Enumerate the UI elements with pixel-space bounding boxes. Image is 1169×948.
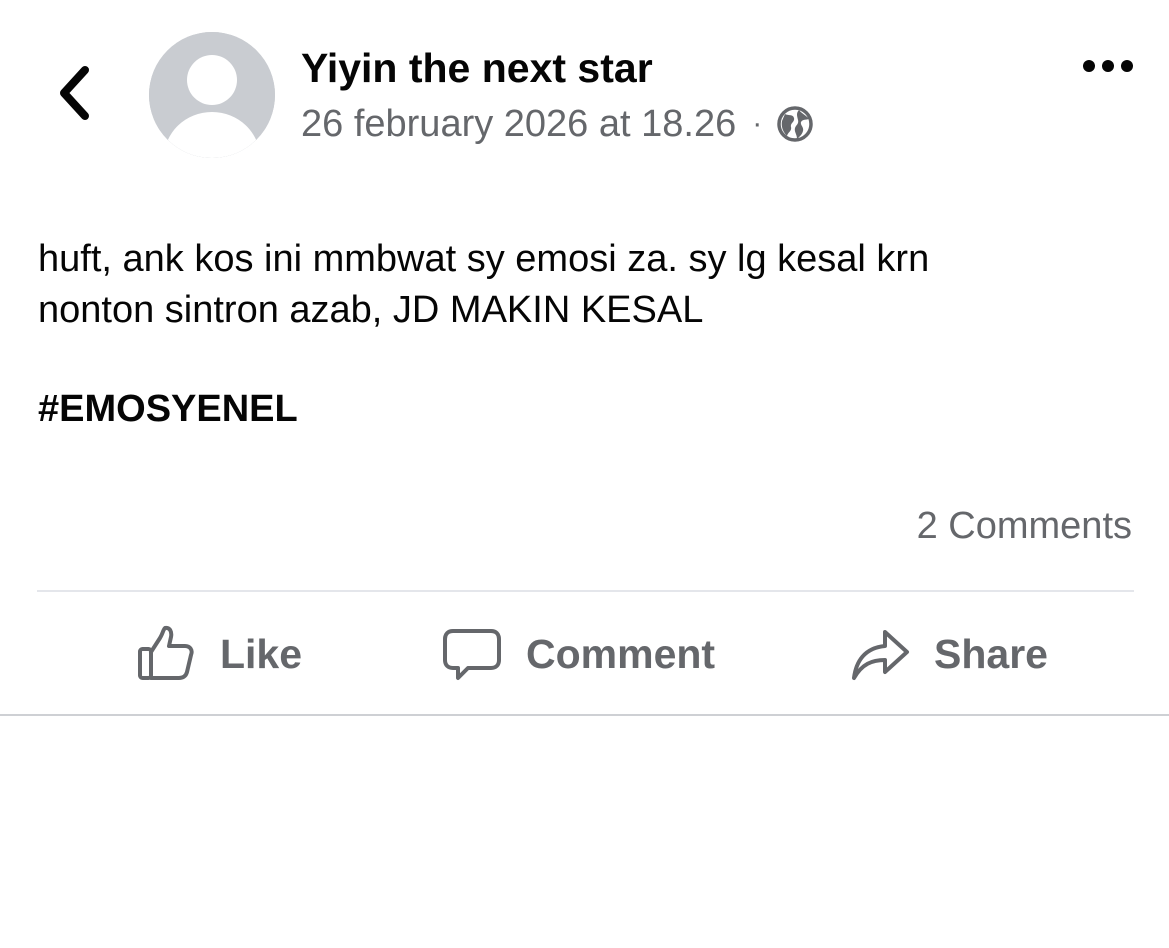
post-meta: 26 february 2026 at 18.26 · [301,101,814,147]
action-bar: Like Comment Share [0,592,1169,714]
comment-button[interactable]: Comment [442,614,715,694]
more-options-button[interactable] [1080,48,1136,88]
author-name[interactable]: Yiyin the next star [301,45,653,92]
default-avatar-icon [149,32,275,158]
comments-count[interactable]: 2 Comments [917,505,1132,548]
like-button[interactable]: Like [136,614,302,694]
divider [0,714,1169,716]
meta-separator: · [752,107,763,140]
more-options-icon [1082,59,1134,78]
post-text: huft, ank kos ini mmbwat sy emosi za. sy… [38,238,930,331]
post-body: huft, ank kos ini mmbwat sy emosi za. sy… [38,234,1138,435]
hashtag-link[interactable]: #EMOSYENEL [38,384,298,435]
back-button[interactable] [44,60,104,130]
share-button[interactable]: Share [850,614,1048,694]
thumbs-up-icon [136,624,196,684]
share-arrow-icon [850,624,910,684]
avatar[interactable] [149,32,275,158]
globe-icon[interactable] [776,105,814,143]
like-label: Like [220,630,303,677]
post-header: Yiyin the next star 26 february 2026 at … [0,0,1169,170]
comment-label: Comment [526,630,716,677]
speech-bubble-icon [442,624,502,684]
chevron-left-icon [57,65,91,126]
share-label: Share [934,630,1048,677]
post-timestamp[interactable]: 26 february 2026 at 18.26 [301,103,736,146]
